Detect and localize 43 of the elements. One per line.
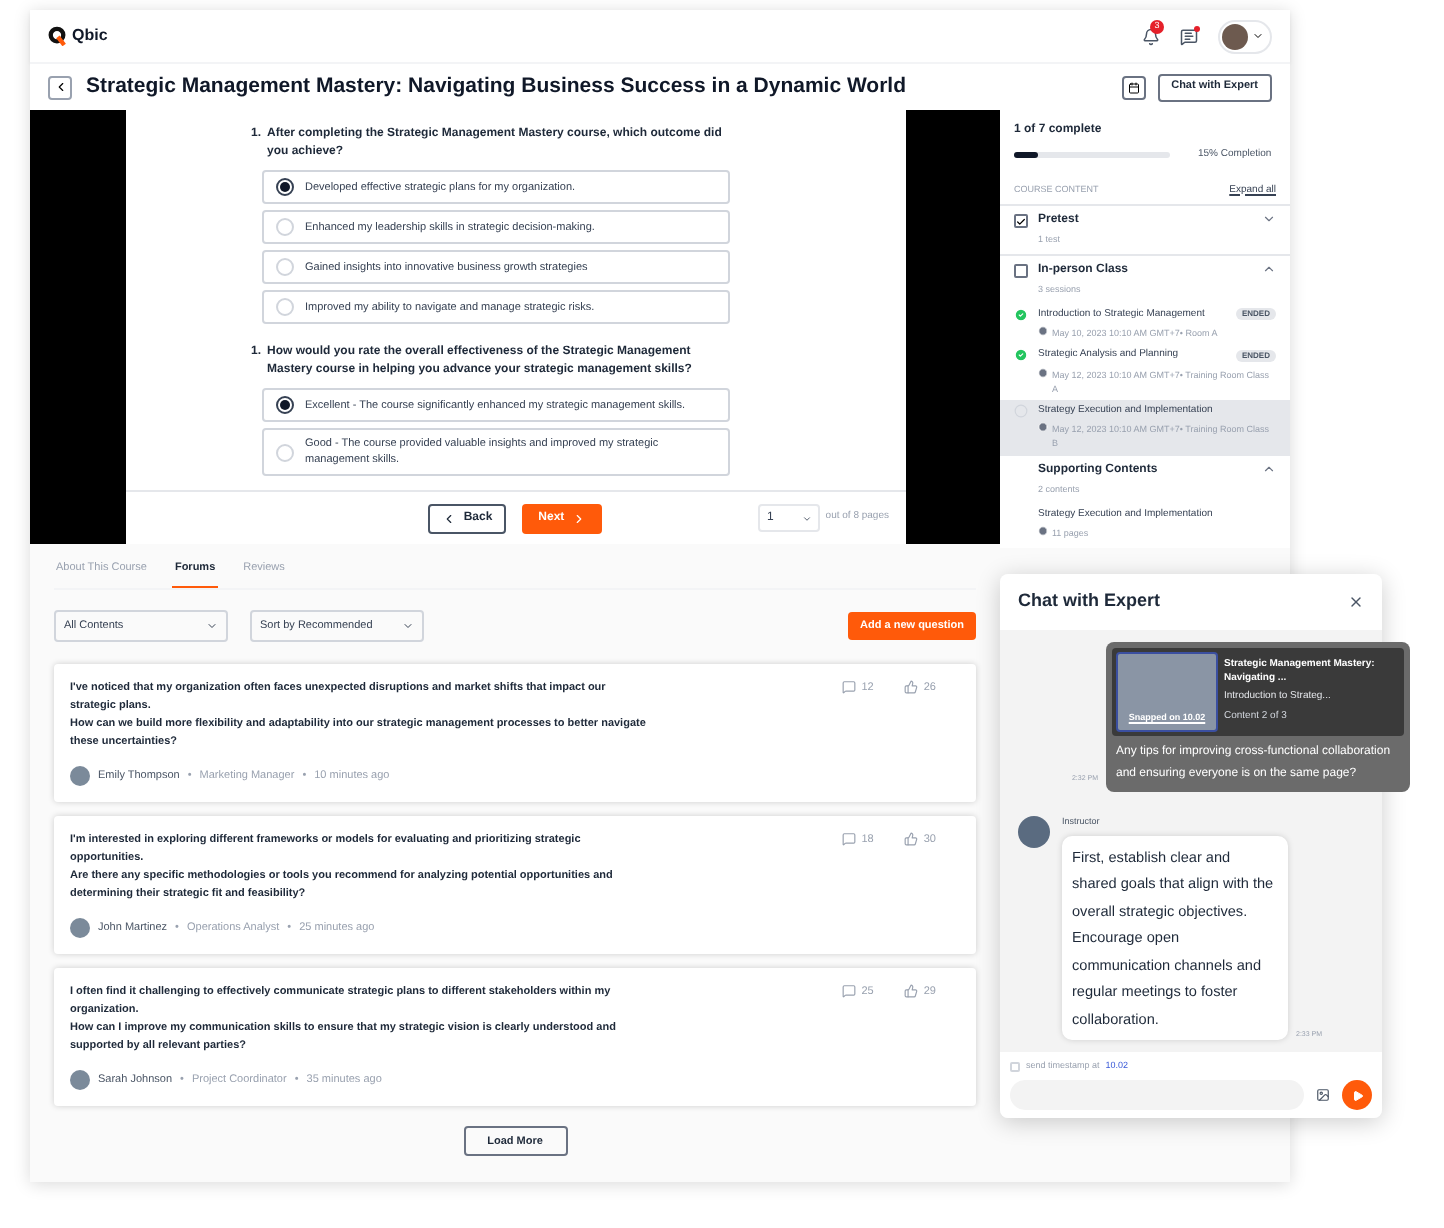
chevron-left-icon xyxy=(441,511,456,525)
chevron-up-icon[interactable] xyxy=(1262,462,1276,476)
chevron-right-icon xyxy=(572,511,587,525)
thumbs-up-icon[interactable] xyxy=(903,832,918,847)
thumbs-up-icon[interactable] xyxy=(903,984,918,999)
radio[interactable] xyxy=(275,258,293,276)
checkbox[interactable] xyxy=(1014,214,1028,228)
course-title: Strategic Management Mastery: Navigating Business Success in a Dynamic World xyxy=(86,71,907,102)
radio[interactable] xyxy=(275,443,293,461)
radio[interactable] xyxy=(275,218,293,236)
chat-title: Chat with Expert xyxy=(1018,588,1161,615)
calendar-button[interactable] xyxy=(1121,75,1146,99)
caret-icon xyxy=(801,513,812,523)
avatar xyxy=(70,766,90,787)
messages-icon[interactable] xyxy=(1180,27,1198,45)
avatar xyxy=(1222,23,1248,49)
chevron-down-icon[interactable] xyxy=(1262,212,1276,226)
check-circle-icon xyxy=(1014,348,1028,362)
radio-selected[interactable] xyxy=(275,178,293,196)
check-circle-icon xyxy=(1014,307,1028,321)
close-icon[interactable] xyxy=(1348,594,1364,610)
radio[interactable] xyxy=(275,298,293,316)
caret-icon xyxy=(206,620,218,633)
thumbs-up-icon[interactable] xyxy=(903,680,918,695)
status-circle-icon xyxy=(1014,403,1028,417)
calendar-icon xyxy=(1127,81,1140,93)
checkbox[interactable] xyxy=(1014,263,1028,278)
avatar xyxy=(70,1070,90,1091)
back-button[interactable] xyxy=(48,75,72,99)
profile-menu[interactable] xyxy=(1218,19,1272,53)
send-icon xyxy=(1351,1089,1363,1101)
bell-icon[interactable] xyxy=(1142,27,1160,45)
chevron-up-icon[interactable] xyxy=(1262,261,1276,276)
send-button[interactable] xyxy=(1342,1080,1372,1110)
caret-icon xyxy=(402,620,414,633)
chevron-left-icon xyxy=(53,80,67,94)
image-icon[interactable] xyxy=(1316,1088,1330,1102)
radio-selected[interactable] xyxy=(275,396,293,414)
logo-text: Qbic xyxy=(72,24,108,48)
chevron-down-icon xyxy=(1252,30,1264,42)
avatar xyxy=(70,918,90,939)
logo-icon xyxy=(48,26,66,46)
avatar xyxy=(1018,816,1050,848)
